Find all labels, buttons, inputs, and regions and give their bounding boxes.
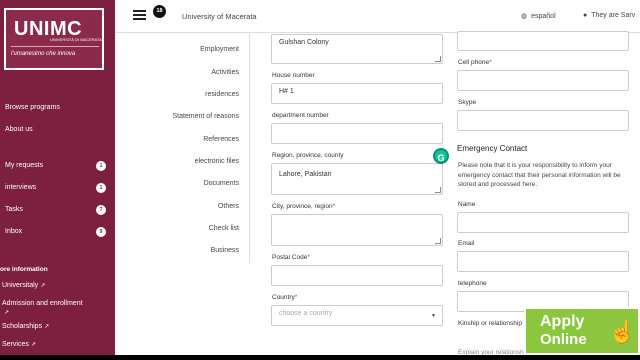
logo-divider [11, 46, 99, 47]
user-icon: ● [583, 12, 588, 19]
submenu-documents[interactable]: Documents [204, 180, 239, 187]
emergency-telephone-label: telephone [458, 280, 487, 287]
external-link-icon: ↗ [4, 310, 10, 316]
submenu-business[interactable]: Business [211, 247, 239, 254]
apply-online-button[interactable]: Apply Online ☝ [524, 307, 640, 355]
postal-code-label-text: Postal Code [272, 254, 308, 261]
tasks-count-badge: 7 [96, 205, 106, 215]
emergency-name-input[interactable] [457, 212, 629, 233]
link-admission-enrollment[interactable]: Admission and enrollment ↗ [2, 299, 112, 318]
my-requests-count-badge: 1 [96, 161, 106, 171]
region-textarea[interactable]: Lahore, Pakistan [271, 163, 443, 195]
apply-line1: Apply [540, 313, 585, 330]
user-name: They are Sarv [591, 12, 636, 19]
skype-input[interactable] [457, 110, 629, 131]
cellphone-label: Cell phone* [458, 59, 492, 66]
notification-count-badge[interactable]: 18 [153, 5, 166, 18]
address-textarea[interactable]: Gulshan Colony [271, 34, 443, 64]
country-placeholder: choose a country [279, 310, 333, 317]
top-right-input[interactable] [457, 31, 629, 51]
required-asterisk: * [307, 254, 310, 261]
kinship-label: Kinship or relationship [458, 320, 522, 327]
user-menu[interactable]: ● They are Sarv [583, 12, 635, 19]
university-logo[interactable]: UNIMC UNIVERSITÀ DI MACERATA l'umanesimo… [4, 8, 104, 70]
nav-about-us[interactable]: About us [5, 126, 33, 133]
emergency-contact-note: Please note that it is your responsibili… [458, 162, 621, 188]
external-link-icon: ↗ [30, 342, 36, 348]
emergency-name-label: Name [458, 201, 476, 208]
emergency-email-input[interactable] [457, 251, 629, 272]
emergency-email-label: Email [458, 240, 475, 247]
submenu-statement-of-reasons[interactable]: Statement of reasons [172, 113, 239, 120]
external-link-icon: ↗ [44, 324, 50, 330]
globe-icon: ◍ [521, 13, 528, 20]
link-universitaly[interactable]: Universitaly ↗ [2, 282, 45, 289]
interviews-count-badge: 1 [96, 183, 106, 193]
nav-my-requests[interactable]: My requests [5, 162, 43, 169]
region-label: Region, province, county [272, 152, 344, 159]
page-title: University of Macerata [182, 12, 257, 21]
cellphone-label-text: Cell phone [458, 59, 490, 66]
chevron-down-icon: ▼ [431, 313, 436, 319]
pointing-hand-icon: ☝ [608, 319, 636, 344]
city-label: City, province, region* [272, 203, 335, 210]
logo-subtitle: UNIVERSITÀ DI MACERATA [50, 37, 102, 42]
emergency-contact-heading: Emergency Contact [457, 144, 528, 153]
link-scholarships[interactable]: Scholarships ↗ [2, 323, 49, 330]
nav-tasks[interactable]: Tasks [5, 206, 23, 213]
skype-label: Skype [458, 99, 477, 106]
country-select[interactable]: choose a country ▼ [271, 305, 443, 326]
postal-code-label: Postal Code* [272, 254, 310, 261]
link-admission-label: Admission and enrollment [2, 300, 83, 307]
language-selector[interactable]: ◍ español [521, 12, 556, 20]
cellphone-input[interactable] [457, 70, 629, 91]
language-label: español [531, 13, 556, 20]
nav-interviews[interactable]: interviews [5, 184, 36, 191]
inbox-count-badge: 9 [96, 227, 106, 237]
required-asterisk: * [489, 59, 492, 66]
nav-browse-programs[interactable]: Browse programs [5, 104, 60, 111]
apply-line2: Online [540, 331, 587, 348]
nav-inbox[interactable]: Inbox [5, 228, 22, 235]
grammarly-icon[interactable]: G [433, 148, 449, 164]
external-link-icon: ↗ [40, 283, 46, 289]
required-asterisk: * [294, 294, 298, 301]
house-number-label: House number [272, 72, 315, 79]
more-information-heading: ore information [0, 266, 48, 273]
link-universitaly-label: Universitaly [2, 282, 39, 289]
submenu-electronic-files[interactable]: electronic files [195, 158, 239, 165]
submenu-residences[interactable]: residences [205, 91, 239, 98]
link-services-label: Services [2, 341, 29, 348]
department-label: department number [272, 112, 329, 119]
submenu-others[interactable]: Others [218, 203, 239, 210]
country-label: Country* [272, 294, 297, 301]
submenu-employment[interactable]: Employment [200, 46, 239, 53]
postal-code-input[interactable] [271, 265, 443, 286]
submenu-check-list[interactable]: Check list [209, 225, 239, 232]
top-bar: 18 University of Macerata ◍ español ● They… [115, 0, 640, 33]
logo-motto: l'umanesimo che innova [11, 51, 76, 57]
required-asterisk: * [332, 203, 336, 210]
house-number-input[interactable]: H# 1 [271, 83, 443, 104]
link-scholarships-label: Scholarships [2, 323, 43, 330]
link-services[interactable]: Services ↗ [2, 341, 36, 348]
submenu-references[interactable]: References [203, 136, 239, 143]
department-input[interactable] [271, 123, 443, 144]
city-label-text: City, province, region [272, 203, 333, 210]
submenu-divider [249, 33, 250, 263]
menu-icon[interactable] [133, 10, 146, 20]
city-textarea[interactable] [271, 214, 443, 246]
country-label-text: Country [272, 294, 295, 301]
submenu-activities[interactable]: Activities [211, 69, 239, 76]
bottom-edge [0, 355, 640, 360]
sidebar: UNIMC UNIVERSITÀ DI MACERATA l'umanesimo… [0, 0, 115, 360]
